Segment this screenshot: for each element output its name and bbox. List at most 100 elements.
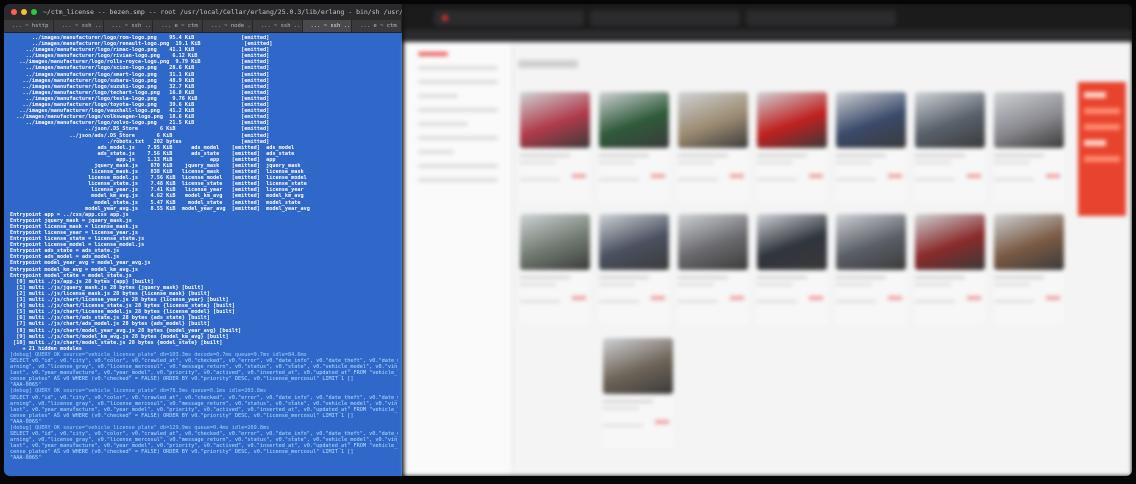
browser-window[interactable]: [404, 4, 1132, 476]
car-photo[interactable]: [520, 92, 590, 148]
car-photo[interactable]: [678, 92, 748, 148]
car-listing-text: [757, 300, 797, 303]
car-price-tag: [1046, 174, 1060, 178]
sidebar-item[interactable]: [418, 178, 498, 182]
terminal-titlebar[interactable]: ~/ctm_license -- bezen.smp -- root /usr/…: [4, 4, 402, 20]
car-photo[interactable]: [599, 92, 669, 148]
car-listing-text: [599, 161, 635, 164]
car-listing-card[interactable]: [757, 92, 827, 202]
car-listing-card[interactable]: [836, 92, 906, 202]
terminal-tab[interactable]: ... ~ node ...: [203, 20, 253, 32]
browser-tab[interactable]: [590, 10, 740, 26]
car-listing-card[interactable]: [520, 214, 590, 324]
car-listing-card[interactable]: [603, 338, 673, 448]
car-photo[interactable]: [520, 214, 590, 270]
car-listing-text: [599, 178, 639, 181]
sidebar-item[interactable]: [418, 136, 498, 140]
sidebar-item[interactable]: [418, 80, 498, 84]
car-listing-text: [520, 276, 570, 279]
sql-log-line: cense_plates" AS v0 WHERE (v0."checked" …: [10, 376, 354, 383]
car-photo[interactable]: [757, 92, 827, 148]
car-listing-text: [836, 178, 876, 181]
car-listing-card[interactable]: [994, 92, 1064, 202]
site-favicon-icon: [442, 15, 448, 21]
car-price-tag: [967, 296, 981, 300]
terminal-title: ~/ctm_license -- bezen.smp -- root /usr/…: [43, 8, 402, 16]
filter-sidebar[interactable]: [404, 42, 513, 476]
car-photo[interactable]: [994, 92, 1064, 148]
close-window-icon[interactable]: [11, 9, 17, 15]
car-listing-text: [520, 300, 560, 303]
car-listing-text: [915, 283, 951, 286]
car-listing-text: [599, 154, 649, 157]
car-listing-text: [757, 178, 797, 181]
car-listing-text: [994, 154, 1044, 157]
car-listing-card[interactable]: [678, 92, 748, 202]
browser-address-bar[interactable]: [404, 30, 1132, 42]
car-photo[interactable]: [603, 338, 673, 394]
sidebar-logo: [418, 52, 448, 56]
promo-banner[interactable]: [1078, 82, 1126, 216]
car-listing-card[interactable]: [599, 214, 669, 324]
car-listing-text: [994, 178, 1034, 181]
car-listing-text: [678, 300, 718, 303]
car-listing-card[interactable]: [994, 214, 1064, 324]
sidebar-item[interactable]: [418, 66, 498, 70]
car-listing-text: [678, 161, 714, 164]
sidebar-item[interactable]: [418, 122, 468, 126]
sidebar-item[interactable]: [418, 150, 454, 154]
car-photo[interactable]: [994, 214, 1064, 270]
car-photo[interactable]: [757, 214, 827, 270]
terminal-tab[interactable]: ... ~ hsttp ...: [4, 20, 54, 32]
car-price-tag: [730, 174, 744, 178]
car-listing-text: [678, 154, 728, 157]
maximize-window-icon[interactable]: [31, 9, 37, 15]
car-listing-card[interactable]: [599, 92, 669, 202]
car-listing-text: [915, 154, 965, 157]
car-price-tag: [572, 174, 586, 178]
minimize-window-icon[interactable]: [21, 9, 27, 15]
car-listing-card[interactable]: [520, 92, 590, 202]
terminal-tab[interactable]: ... e ~ ctm ...: [352, 20, 402, 32]
car-listing-text: [520, 154, 570, 157]
car-listing-text: [603, 407, 639, 410]
car-price-tag: [967, 174, 981, 178]
car-photo[interactable]: [915, 92, 985, 148]
car-price-tag: [1046, 296, 1060, 300]
car-price-tag: [651, 296, 665, 300]
terminal-tab[interactable]: ... ~ ssh ...: [253, 20, 303, 32]
car-listing-text: [994, 161, 1030, 164]
sql-log-line: arning", v0."license_gray", v0."license_…: [10, 400, 398, 407]
car-listing-card[interactable]: [757, 214, 827, 324]
car-listing-text: [836, 276, 886, 279]
car-photo[interactable]: [599, 214, 669, 270]
sidebar-item[interactable]: [418, 94, 458, 98]
terminal-window[interactable]: ~/ctm_license -- bezen.smp -- root /usr/…: [4, 4, 402, 476]
browser-tab[interactable]: [746, 10, 896, 26]
terminal-output[interactable]: ../images/manufacturer/logo/rom-logo.png…: [4, 33, 402, 462]
banner-text: [1084, 156, 1120, 162]
car-listing-card[interactable]: [678, 214, 748, 324]
car-photo[interactable]: [836, 214, 906, 270]
terminal-tab[interactable]: ... ~ ssh ...: [104, 20, 154, 32]
terminal-tab[interactable]: ... ~ ssh ...: [54, 20, 104, 32]
car-listing-text: [836, 161, 872, 164]
car-photo[interactable]: [915, 214, 985, 270]
sidebar-item[interactable]: [418, 108, 498, 112]
car-photo[interactable]: [836, 92, 906, 148]
sidebar-item[interactable]: [418, 164, 498, 168]
car-price-tag: [655, 420, 669, 424]
car-listing-text: [757, 283, 793, 286]
banner-heading: [1084, 92, 1106, 98]
car-listing-text: [520, 161, 556, 164]
window-controls: [4, 9, 43, 15]
car-listing-card[interactable]: [836, 214, 906, 324]
car-listing-card[interactable]: [915, 214, 985, 324]
terminal-tab[interactable]: ... e ~ ctm ...: [153, 20, 203, 32]
car-listing-text: [520, 178, 560, 181]
browser-tab[interactable]: [434, 10, 584, 26]
terminal-tab-active[interactable]: ... ~ ssh ...: [302, 20, 353, 32]
car-listing-text: [836, 154, 886, 157]
car-listing-card[interactable]: [915, 92, 985, 202]
car-photo[interactable]: [678, 214, 748, 270]
